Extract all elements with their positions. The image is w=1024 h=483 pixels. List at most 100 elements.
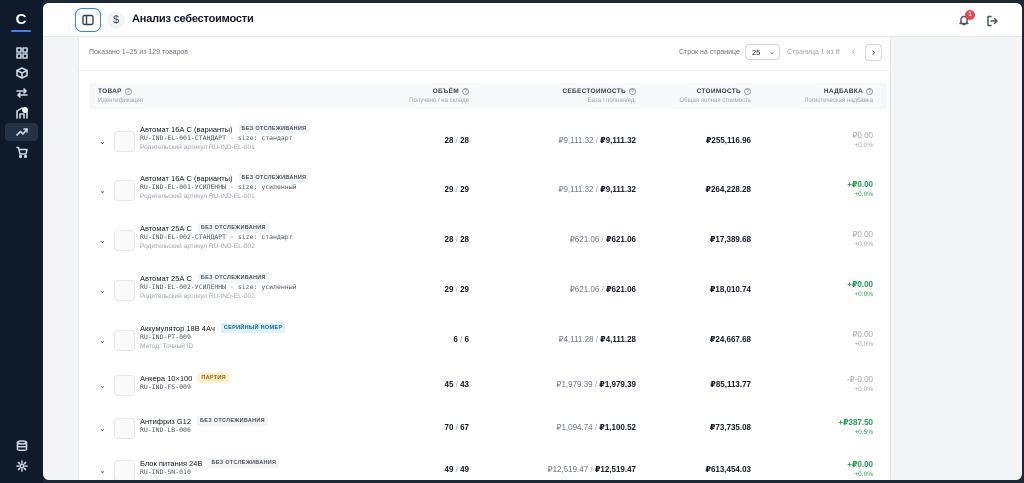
notification-badge: 1	[965, 10, 975, 20]
volume-cell: 28 / 28	[445, 235, 469, 244]
markup-amount: +₽0.00	[847, 180, 873, 189]
prev-page-button[interactable]: ‹	[845, 44, 862, 61]
product-parent: Родительский артикул RU-IND-EL-002	[140, 293, 255, 300]
markup-cell: ₽0.00 +0.0%	[852, 131, 873, 149]
product-name[interactable]: Автомат 25А С	[140, 274, 192, 283]
product-name[interactable]: Анкера 10×100	[140, 374, 192, 383]
product-name[interactable]: Автомат 16А С (варианты)	[140, 174, 233, 183]
full-cost: ₽1,979.39	[599, 380, 636, 389]
column-cost-sub: База / полная/ед.	[587, 98, 636, 104]
product-name-line: Автомат 16А С (варианты) БЕЗ ОТСЛЕЖИВАНИЯ	[140, 173, 310, 183]
nav-dashboard[interactable]	[9, 44, 34, 62]
product-sku: RU-IND-EL-001-УСИЛЕННЫ · size: усиленный	[140, 183, 297, 191]
tracking-badge: БЕЗ ОТСЛЕЖИВАНИЯ	[238, 124, 310, 134]
next-page-button[interactable]: ›	[865, 44, 882, 61]
total-value: ₽24,667.68	[709, 335, 751, 344]
expand-chevron-icon[interactable]: ⌄	[99, 424, 106, 433]
product-sku: RU-IND-PT-009	[140, 333, 191, 341]
volume-cell: 70 / 67	[445, 423, 469, 432]
total-value: ₽73,735.08	[709, 423, 751, 432]
base-cost: ₽1,094.74	[556, 423, 593, 432]
separator: /	[599, 285, 606, 294]
box-icon	[15, 67, 28, 79]
tracking-badge: СЕРИЙНЫЙ НОМЕР	[220, 323, 286, 333]
nav-cost-analysis[interactable]	[5, 123, 38, 141]
expand-chevron-icon[interactable]: ⌄	[99, 137, 106, 146]
expand-chevron-icon[interactable]: ⌄	[99, 381, 106, 390]
logo-underline	[11, 30, 31, 32]
panel-left-icon	[82, 14, 94, 26]
volume-stock: 49	[460, 465, 469, 474]
markup-percent: +0.5%	[854, 429, 873, 436]
markup-amount: ₽0.00	[852, 330, 873, 339]
app-logo[interactable]: C	[10, 9, 32, 31]
expand-chevron-icon[interactable]: ⌄	[99, 466, 106, 475]
column-product[interactable]: ТОВАР? Идентификация	[98, 88, 143, 104]
volume-stock: 43	[460, 380, 469, 389]
volume-cell: 29 / 29	[445, 285, 469, 294]
column-value-sub: Общая полная стоимость	[679, 98, 751, 104]
table-header: ТОВАР? Идентификация ОБЪЁМ? Получено / н…	[89, 83, 887, 109]
expand-chevron-icon[interactable]: ⌄	[99, 236, 106, 245]
product-name[interactable]: Автомат 25А С	[140, 224, 192, 233]
full-cost: ₽12,519.47	[594, 465, 636, 474]
full-cost: ₽1,100.52	[599, 423, 636, 432]
product-name[interactable]: Блок питания 24В	[140, 459, 202, 468]
column-product-sub: Идентификация	[98, 98, 143, 104]
nav-warehouse[interactable]	[9, 104, 34, 122]
cost-cell: ₽621.06 / ₽621.06	[570, 285, 636, 294]
column-cost[interactable]: СЕБЕСТОИМОСТЬ? База / полная/ед.	[562, 88, 636, 104]
base-cost: ₽9,111.32	[558, 136, 594, 145]
column-markup[interactable]: НАДБАВКА? Логистическая надбавка	[805, 88, 873, 104]
volume-cell: 29 / 29	[445, 185, 469, 194]
separator: /	[457, 335, 465, 344]
markup-cell: +₽0.00 +0.0%	[847, 460, 873, 478]
volume-stock: 29	[460, 285, 469, 294]
help-icon[interactable]: ?	[866, 88, 873, 95]
product-name[interactable]: Автомат 16А С (варианты)	[140, 125, 233, 134]
rows-per-page-value: 25	[752, 48, 761, 57]
expand-chevron-icon[interactable]: ⌄	[99, 286, 106, 295]
product-sku: RU-IND-EL-002-СТАНДАРТ · size: стандарт	[140, 233, 293, 241]
markup-percent: +0.0%	[854, 241, 873, 248]
volume-stock: 28	[460, 235, 469, 244]
help-icon[interactable]: ?	[744, 88, 751, 95]
trending-up-icon	[15, 128, 28, 136]
help-icon[interactable]: ?	[629, 88, 636, 95]
expand-chevron-icon[interactable]: ⌄	[99, 336, 106, 345]
column-value[interactable]: СТОИМОСТЬ? Общая полная стоимость	[679, 88, 751, 104]
rows-per-page-label: Строк на странице	[679, 49, 740, 56]
help-icon[interactable]: ?	[124, 88, 132, 95]
logout-button[interactable]	[986, 14, 1000, 28]
cost-cell: ₽621.06 / ₽621.06	[570, 235, 636, 244]
settings-icon	[15, 460, 28, 472]
column-cost-label: СЕБЕСТОИМОСТЬ	[562, 88, 626, 95]
nav-settings[interactable]	[9, 457, 34, 475]
tracking-badge: БЕЗ ОТСЛЕЖИВАНИЯ	[197, 273, 269, 283]
product-name-line: Анкера 10×100 ПАРТИЯ	[140, 373, 229, 383]
markup-percent: +0.0%	[854, 191, 873, 198]
column-volume[interactable]: ОБЪЁМ? Получено / на складе	[409, 88, 469, 104]
page-title: Анализ себестоимости	[132, 13, 254, 25]
help-icon[interactable]: ?	[462, 88, 469, 95]
product-parent: Метод: Точный ID	[140, 343, 194, 350]
chevron-down-icon: ⌄	[769, 49, 775, 56]
total-value: ₽264,228.28	[705, 185, 751, 194]
product-thumbnail	[114, 330, 135, 351]
product-name-line: Антифриз G12 БЕЗ ОТСЛЕЖИВАНИЯ	[140, 416, 268, 426]
expand-chevron-icon[interactable]: ⌄	[99, 186, 106, 195]
product-name[interactable]: Антифриз G12	[140, 417, 191, 426]
tracking-badge: БЕЗ ОТСЛЕЖИВАНИЯ	[197, 416, 268, 426]
nav-orders[interactable]	[9, 143, 34, 161]
full-cost: ₽4,111.28	[600, 335, 636, 344]
sidebar-toggle-button[interactable]	[75, 8, 101, 32]
markup-percent: +0.0%	[854, 341, 873, 348]
nav-products[interactable]	[9, 64, 34, 82]
rows-per-page-select[interactable]: 25 ⌄	[745, 44, 780, 60]
nav-database[interactable]	[9, 437, 34, 455]
nav-transfers[interactable]	[9, 84, 34, 102]
app-sidebar: C	[0, 0, 43, 483]
product-name[interactable]: Аккумулятор 18В 4Ач	[140, 324, 215, 333]
logout-icon	[987, 15, 998, 27]
notifications-button[interactable]: 1	[958, 10, 975, 27]
